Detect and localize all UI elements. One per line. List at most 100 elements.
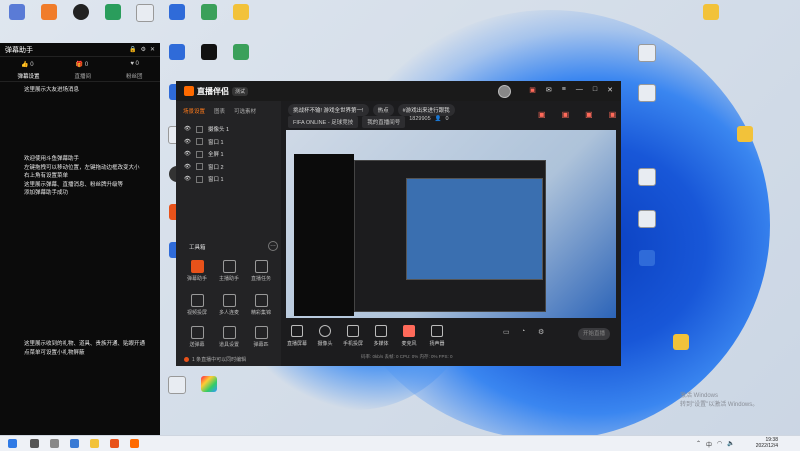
danmaku-panel[interactable]: 弹幕助手 🔒 ⚙ ✕ 👍 0 🎁 0 ♥ 0 弹幕设置 直播间 粉丝团 这里展示… bbox=[0, 43, 160, 436]
desktop-icon[interactable] bbox=[162, 4, 192, 20]
desktop-icon[interactable] bbox=[632, 210, 662, 228]
gift-box-icon[interactable]: ▣ bbox=[538, 110, 546, 119]
nested-preview bbox=[406, 178, 543, 280]
send-icon bbox=[190, 326, 204, 339]
tab-danmaku-settings[interactable]: 弹幕设置 bbox=[17, 72, 39, 80]
tool-danmaku-match[interactable]: 弹幕匹 bbox=[246, 326, 276, 348]
desktop-icon[interactable] bbox=[696, 4, 726, 20]
stream-stats: 码率: 0kb/s 丢帧: 0 CPU: 0% 内存: 0% FPS: 0 bbox=[361, 354, 453, 359]
lock-icon[interactable]: 🔒 bbox=[129, 46, 136, 53]
file-explorer-icon[interactable] bbox=[90, 439, 99, 448]
tab-fan-club[interactable]: 粉丝团 bbox=[126, 72, 143, 80]
share-icon[interactable]: ▣ bbox=[609, 110, 617, 119]
scene-sidebar: 场景设置 图表 可选素材 👁 摄像头 1 👁 窗口 1 👁 全屏 1 👁 窗口 2 👁 窗… bbox=[176, 101, 281, 366]
stream-preview[interactable] bbox=[286, 130, 616, 318]
tab-scene-settings[interactable]: 场景设置 bbox=[183, 107, 205, 119]
minimize-icon[interactable]: — bbox=[576, 86, 583, 94]
avatar[interactable] bbox=[498, 85, 511, 98]
desktop-icon[interactable] bbox=[2, 4, 32, 20]
maximize-icon[interactable]: □ bbox=[593, 86, 597, 94]
tab-charts[interactable]: 图表 bbox=[214, 107, 225, 119]
hot-pill[interactable]: 热点 bbox=[372, 104, 394, 116]
app-titlebar[interactable]: 直播伴侣 测试 ▣ ✉ ≡ — □ ✕ bbox=[176, 81, 621, 101]
tool-anchor-assistant[interactable]: 主播助手 bbox=[214, 260, 244, 282]
desktop-icon[interactable] bbox=[666, 334, 696, 350]
screen-icon[interactable]: ▣ bbox=[585, 110, 593, 119]
volume-icon[interactable]: 🔈 bbox=[727, 440, 734, 449]
tool-live-tasks[interactable]: 直播任务 bbox=[246, 260, 276, 282]
viewer-count: 0 bbox=[445, 116, 449, 122]
desktop-icon[interactable] bbox=[632, 250, 662, 266]
menu-icon[interactable]: ≡ bbox=[562, 86, 566, 94]
add-tool-button[interactable]: … bbox=[268, 241, 278, 251]
layer-checkbox[interactable] bbox=[195, 163, 203, 171]
tab-live-room[interactable]: 直播间 bbox=[74, 72, 91, 80]
film-icon bbox=[254, 294, 268, 307]
tool-props[interactable]: 道具设置 bbox=[214, 326, 244, 348]
speaker-button[interactable]: 扬声器 bbox=[421, 325, 453, 347]
mic-link-icon[interactable]: ▣ bbox=[562, 110, 570, 119]
eye-icon[interactable]: 👁 bbox=[184, 139, 191, 145]
desktop-icon[interactable] bbox=[226, 4, 256, 20]
desktop-icon[interactable] bbox=[98, 4, 128, 20]
desktop-icon[interactable] bbox=[66, 4, 96, 20]
layer-item[interactable]: 👁 全屏 1 bbox=[176, 148, 281, 161]
wifi-icon[interactable]: ◠ bbox=[717, 440, 722, 449]
eye-icon[interactable]: 👁 bbox=[184, 151, 191, 157]
desktop-icon[interactable] bbox=[632, 168, 662, 186]
app-icon[interactable] bbox=[110, 439, 119, 448]
tool-multi-mic[interactable]: 多人连麦 bbox=[214, 294, 244, 316]
settings-icon[interactable]: ⚙ bbox=[141, 46, 146, 53]
layer-item[interactable]: 👁 窗口 1 bbox=[176, 173, 281, 186]
layer-item[interactable]: 👁 摄像头 1 bbox=[176, 123, 281, 136]
tab-materials[interactable]: 可选素材 bbox=[234, 107, 256, 119]
close-icon[interactable]: ✕ bbox=[150, 46, 155, 53]
stream-title-pill[interactable]: 挑战杯不输! 游戏全世界第一! bbox=[288, 104, 369, 116]
desktop-icon[interactable] bbox=[632, 84, 662, 102]
desktop-icon[interactable] bbox=[226, 44, 256, 60]
language-icon[interactable]: 中 bbox=[706, 440, 712, 449]
tool-video-cast[interactable]: 视频投屏 bbox=[182, 294, 212, 316]
mail-icon[interactable]: ✉ bbox=[546, 86, 552, 94]
task-icon bbox=[254, 260, 268, 273]
settings-icon[interactable]: ⚙ bbox=[538, 328, 544, 336]
gift-icon[interactable]: ▣ bbox=[529, 86, 536, 94]
desktop-icon[interactable] bbox=[130, 4, 160, 22]
eye-icon[interactable]: 👁 bbox=[184, 164, 191, 170]
tool-send-danmaku[interactable]: 送弹幕 bbox=[182, 326, 212, 348]
desktop-icon[interactable] bbox=[162, 376, 192, 394]
layer-item[interactable]: 👁 窗口 2 bbox=[176, 161, 281, 174]
layer-checkbox[interactable] bbox=[195, 150, 203, 158]
close-icon[interactable]: ✕ bbox=[607, 86, 613, 94]
desktop-icon[interactable] bbox=[194, 4, 224, 20]
task-view-icon[interactable] bbox=[50, 439, 59, 448]
quick-actions: ▣ ▣ ▣ ▣ bbox=[538, 110, 616, 119]
desktop-icon[interactable] bbox=[194, 44, 224, 60]
tool-danmaku-assistant[interactable]: 弹幕助手 bbox=[182, 260, 212, 282]
eye-icon[interactable]: 👁 bbox=[184, 126, 191, 132]
start-icon[interactable] bbox=[8, 439, 17, 448]
desktop-icon[interactable] bbox=[730, 126, 760, 142]
streaming-app-window[interactable]: 直播伴侣 测试 ▣ ✉ ≡ — □ ✕ 场景设置 图表 可选素材 👁 摄像头 1 … bbox=[176, 81, 621, 366]
panel-titlebar[interactable]: 弹幕助手 🔒 ⚙ ✕ bbox=[0, 43, 160, 57]
game-category[interactable]: FIFA ONLINE - 足球竞技 bbox=[288, 116, 359, 128]
record-icon[interactable]: ▭ bbox=[503, 328, 510, 336]
widgets-icon[interactable] bbox=[70, 439, 79, 448]
desktop-icon[interactable] bbox=[34, 4, 64, 20]
topic-pill[interactable]: #游戏出来进行跟我 bbox=[397, 104, 455, 116]
desktop-icon[interactable] bbox=[632, 44, 662, 62]
layer-checkbox[interactable] bbox=[195, 125, 203, 133]
eye-icon[interactable]: 👁 bbox=[184, 176, 191, 182]
desktop-icon[interactable] bbox=[194, 376, 224, 392]
search-icon[interactable] bbox=[30, 439, 39, 448]
clock[interactable]: 19:38 2022/12/4 bbox=[756, 437, 778, 449]
desktop-icon[interactable] bbox=[162, 44, 192, 60]
tool-highlights[interactable]: 精彩集锦 bbox=[246, 294, 276, 316]
chevron-up-icon[interactable]: ⌃ bbox=[696, 440, 701, 449]
timer-icon[interactable]: ◔ bbox=[521, 328, 525, 335]
start-live-button[interactable]: 开始直播 bbox=[578, 328, 610, 340]
layer-item[interactable]: 👁 窗口 1 bbox=[176, 136, 281, 149]
streaming-app-icon[interactable] bbox=[130, 439, 139, 448]
layer-checkbox[interactable] bbox=[195, 175, 203, 183]
layer-checkbox[interactable] bbox=[195, 138, 203, 146]
